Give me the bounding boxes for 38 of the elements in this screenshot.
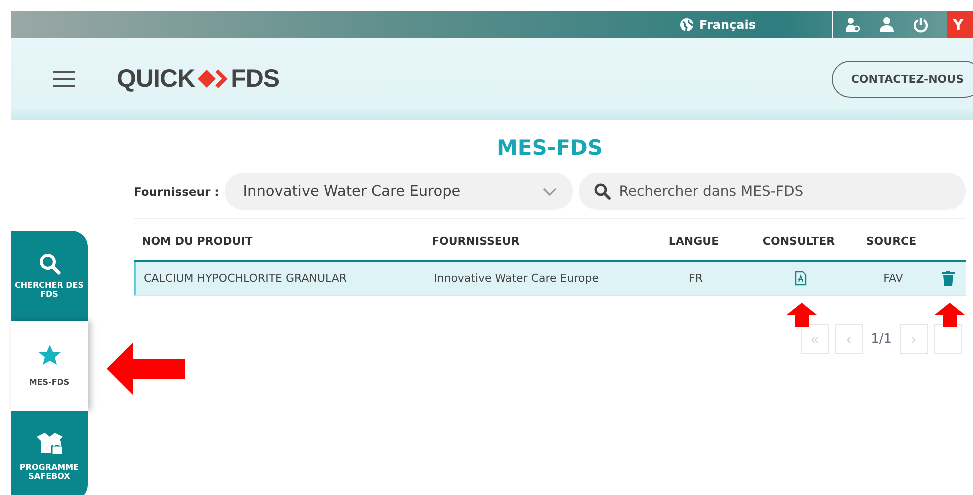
search-icon — [594, 183, 612, 200]
column-header: CONSULTER — [762, 234, 836, 248]
column-header: SOURCE — [865, 234, 918, 248]
sidebar-item[interactable]: CHERCHER DES FDS — [11, 231, 88, 321]
diamond-arrow-icon — [196, 69, 230, 89]
language-selector[interactable]: Français — [680, 18, 756, 32]
user-settings-icon[interactable] — [845, 16, 861, 32]
column-header: LANGUE — [668, 234, 720, 248]
menu-icon[interactable] — [53, 71, 75, 87]
arrow-left-icon — [107, 343, 185, 395]
sidebar-item[interactable]: MES-FDS — [11, 321, 88, 411]
page-indicator: 1/1 — [870, 332, 893, 346]
arrow-up-icon — [787, 303, 817, 327]
table-cell-text: Innovative Water Care Europe — [433, 272, 600, 285]
contact-button[interactable]: CONTACTEZ-NOUS — [832, 60, 973, 98]
column-header: FOURNISSEUR — [431, 234, 521, 248]
chevron-down-icon — [543, 188, 558, 196]
table-cell-text: FAV — [882, 272, 904, 285]
page-title: MES-FDS — [496, 136, 604, 160]
globe-icon — [680, 18, 694, 32]
star-icon — [38, 344, 62, 366]
table-cell-text: FR — [688, 272, 704, 285]
trash-icon[interactable] — [942, 271, 955, 286]
last-page-button[interactable] — [934, 324, 962, 354]
table-row[interactable]: CALCIUM HYPOCHLORITE GRANULAR Innovative Water Care Europe FR FAV — [134, 262, 966, 296]
user-icon[interactable] — [879, 16, 895, 32]
arrow-up-icon — [935, 303, 965, 327]
pdf-file-icon[interactable] — [795, 271, 807, 286]
sidebar-item[interactable]: PROGRAMME SAFEBOX — [11, 411, 88, 495]
supplier-label: Fournisseur : — [134, 184, 220, 198]
supplier-dropdown[interactable]: Innovative Water Care Europe — [225, 173, 574, 210]
search-icon — [38, 252, 60, 275]
user-badge[interactable]: Y — [947, 11, 973, 38]
power-icon[interactable] — [913, 16, 929, 32]
logo[interactable]: QUICK FDS — [117, 64, 280, 94]
search-field[interactable]: Rechercher dans MES-FDS — [579, 173, 966, 210]
table-cell-text: CALCIUM HYPOCHLORITE GRANULAR — [143, 272, 348, 285]
column-header: NOM DU PRODUIT — [141, 234, 254, 248]
